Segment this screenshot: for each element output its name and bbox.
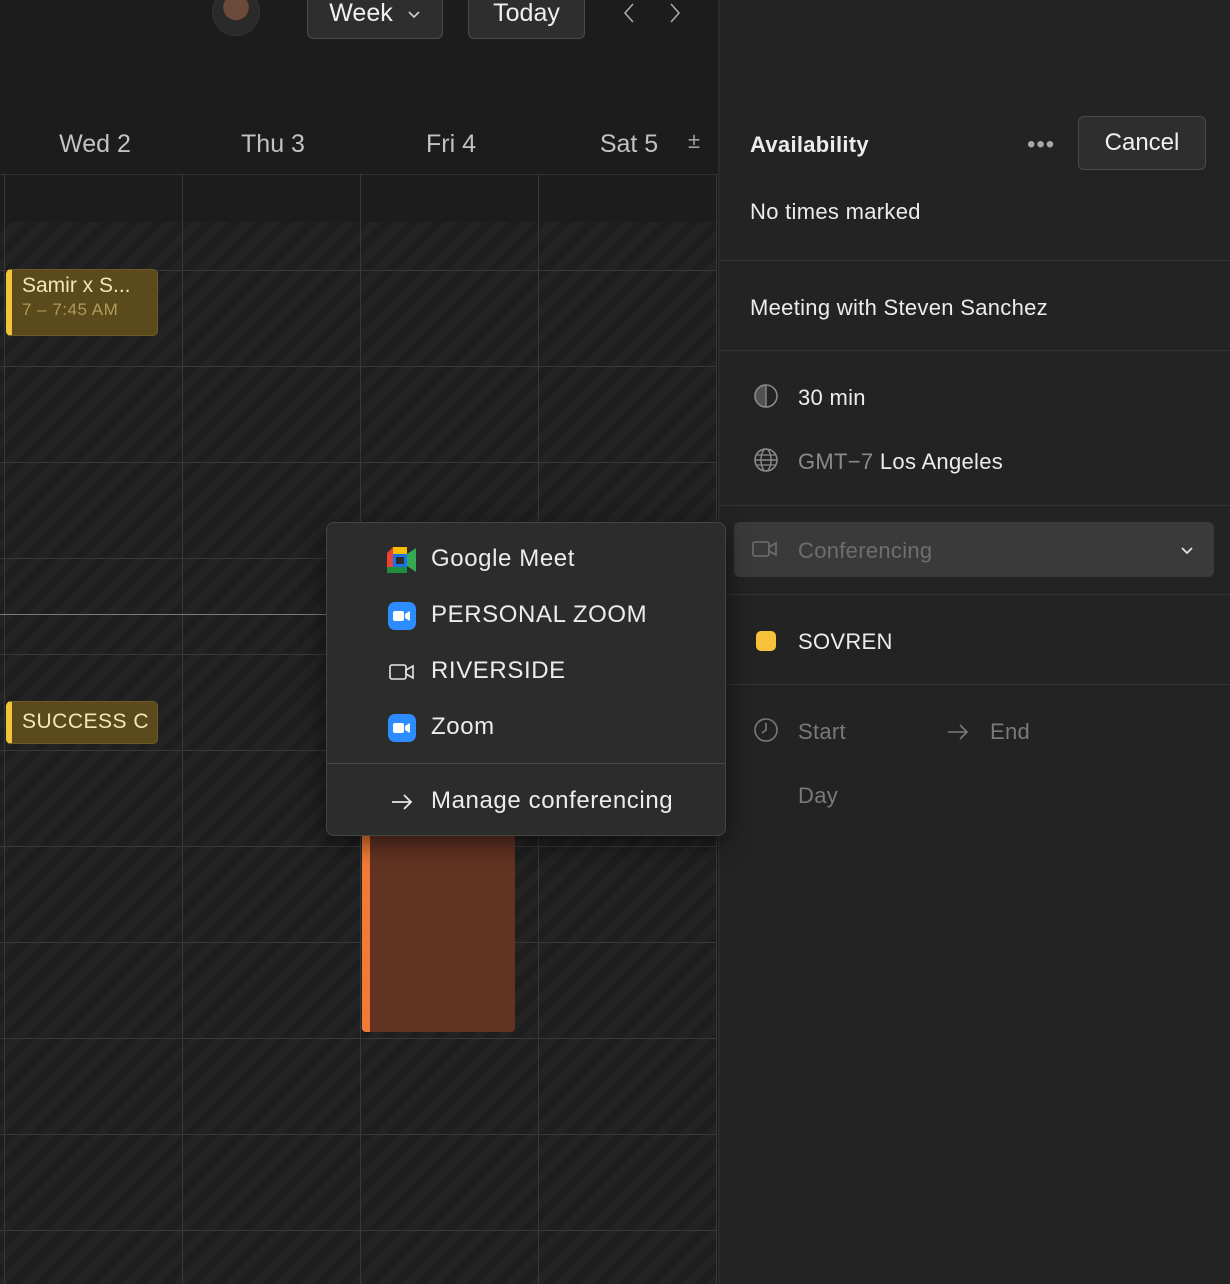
conferencing-placeholder: Conferencing (798, 538, 933, 563)
day-column-line (182, 174, 183, 1284)
menu-item-label: Google Meet (431, 545, 576, 572)
menu-item-label: RIVERSIDE (431, 657, 566, 684)
arrow-right-icon (387, 787, 417, 817)
event-title: Samir x S... (22, 274, 131, 297)
more-options-icon[interactable]: ••• (1027, 131, 1055, 159)
event-title: SUCCESS C (22, 710, 150, 733)
menu-item-label: Manage conferencing (431, 787, 674, 814)
divider (720, 594, 1230, 595)
calendar-color-dot (756, 631, 776, 651)
hour-line (0, 462, 716, 463)
day-column-line (4, 174, 5, 1284)
menu-item-label: PERSONAL ZOOM (431, 601, 648, 628)
chevron-left-icon[interactable] (617, 0, 641, 26)
clock-icon (753, 717, 779, 743)
menu-item-label: Zoom (431, 713, 495, 740)
zoom-icon (387, 713, 417, 743)
menu-item-manage-conferencing[interactable]: Manage conferencing (327, 777, 725, 827)
google-meet-icon (387, 545, 417, 575)
view-select-button[interactable]: Week (307, 0, 443, 39)
menu-divider (327, 763, 725, 764)
timezone-field[interactable]: GMT−7 Los Angeles (798, 449, 1003, 475)
end-time-field[interactable]: End (990, 719, 1030, 745)
timezone-offset: GMT−7 (798, 449, 874, 474)
hour-line (0, 846, 716, 847)
divider (720, 684, 1230, 685)
all-day-row[interactable] (0, 174, 718, 223)
view-select-label: Week (329, 0, 393, 27)
arrow-right-icon (945, 719, 971, 745)
availability-panel: Availability ••• Cancel No times marked … (720, 0, 1230, 1284)
today-button[interactable]: Today (468, 0, 585, 39)
conferencing-select[interactable]: Conferencing (734, 522, 1214, 577)
zoom-icon (387, 601, 417, 631)
menu-item-google-meet[interactable]: Google Meet (327, 535, 725, 585)
duration-icon (753, 383, 779, 409)
conferencing-menu: Google Meet PERSONAL ZOOM RIVERSIDE Zoom… (326, 522, 726, 836)
event-success[interactable]: SUCCESS C (6, 701, 158, 744)
menu-item-riverside[interactable]: RIVERSIDE (327, 647, 725, 697)
video-camera-icon (387, 657, 417, 687)
day-header-row: Wed 2 Thu 3 Fri 4 Sat 5 ± (0, 112, 718, 175)
meeting-title-field[interactable]: Meeting with Steven Sanchez (750, 295, 1048, 321)
day-header-fri[interactable]: Fri 4 (362, 130, 540, 159)
menu-item-personal-zoom[interactable]: PERSONAL ZOOM (327, 591, 725, 641)
divider (720, 350, 1230, 351)
availability-status: No times marked (750, 199, 921, 224)
cancel-button[interactable]: Cancel (1078, 116, 1206, 170)
hour-line (0, 366, 716, 367)
event-time: 7 – 7:45 AM (22, 300, 119, 319)
globe-icon (753, 447, 779, 473)
hour-line (0, 1230, 716, 1231)
divider (720, 505, 1230, 506)
timezone-toggle-icon[interactable]: ± (688, 128, 700, 154)
panel-title: Availability (750, 132, 869, 157)
hour-line (0, 1038, 716, 1039)
day-header-thu[interactable]: Thu 3 (184, 130, 362, 159)
duration-value[interactable]: 30 min (798, 385, 866, 411)
menu-item-zoom[interactable]: Zoom (327, 703, 725, 753)
divider (720, 260, 1230, 261)
hour-line (0, 942, 716, 943)
hour-line (0, 1134, 716, 1135)
day-field[interactable]: Day (798, 783, 838, 809)
calendar-toolbar: Week Today (0, 0, 718, 60)
day-header-wed[interactable]: Wed 2 (6, 130, 184, 159)
calendar-select[interactable]: SOVREN (798, 629, 893, 655)
chevron-right-icon[interactable] (663, 0, 687, 26)
video-camera-icon (752, 536, 778, 562)
chevron-down-icon (1174, 537, 1200, 563)
avatar[interactable] (212, 0, 260, 36)
start-time-field[interactable]: Start (798, 719, 846, 745)
timezone-city: Los Angeles (879, 449, 1004, 474)
event-samir[interactable]: Samir x S... 7 – 7:45 AM (6, 269, 158, 336)
chevron-down-icon (407, 0, 421, 28)
